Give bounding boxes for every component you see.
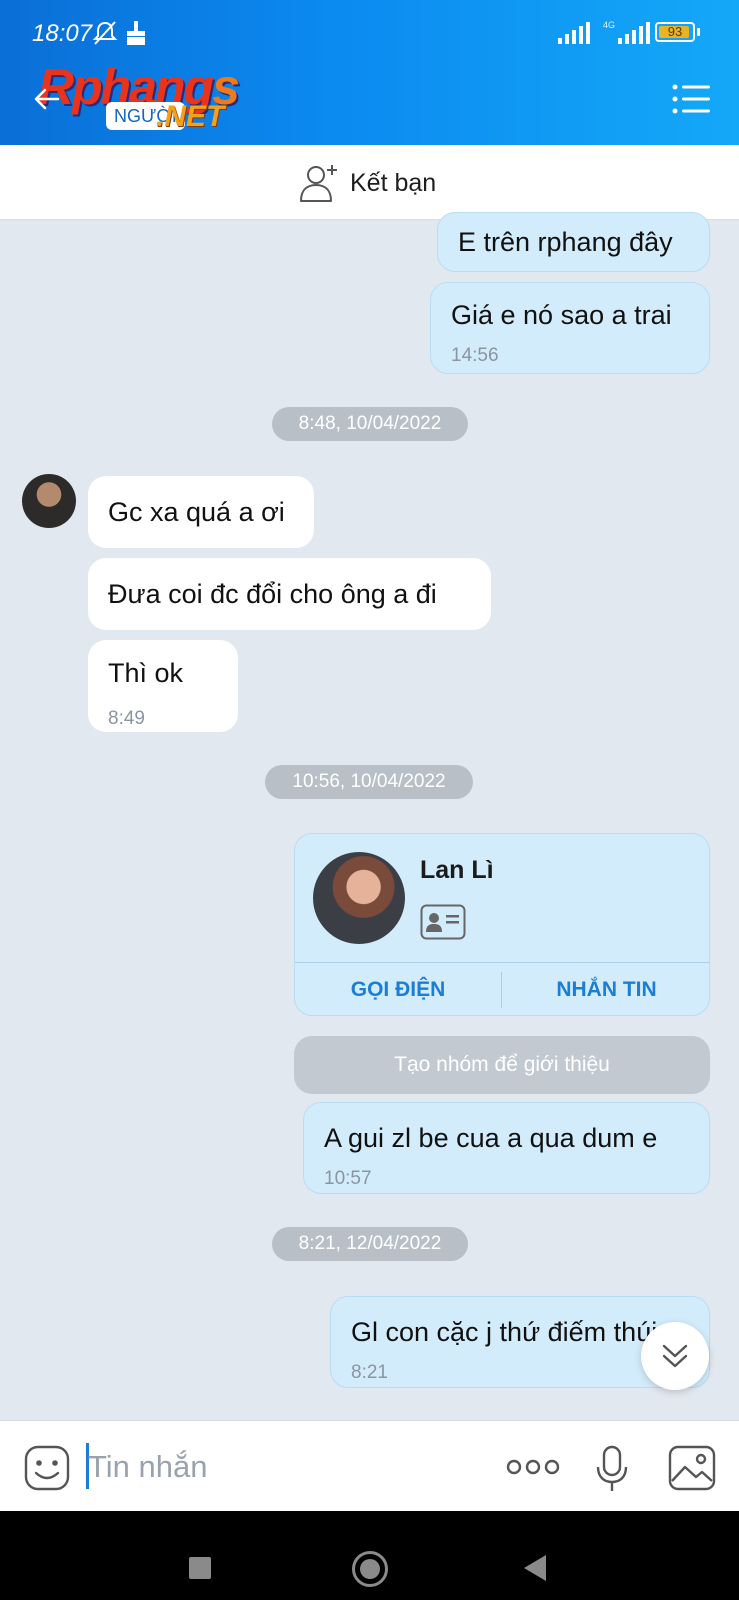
- bell-muted-icon: [92, 21, 118, 45]
- message-text: Thì ok: [108, 658, 184, 688]
- image-gallery-icon[interactable]: [668, 1445, 716, 1491]
- app-header: 18:07 4G 93 Rphangs NGƯỜI .NET: [0, 0, 739, 145]
- menu-icon[interactable]: [672, 84, 712, 114]
- message-incoming[interactable]: Thì ok 8:49: [88, 640, 238, 732]
- message-time: 14:56: [451, 345, 499, 366]
- app-logo: Rphangs NGƯỜI .NET: [38, 58, 268, 138]
- network-type: 4G: [603, 20, 616, 30]
- chevron-double-down-icon: [662, 1344, 688, 1368]
- emoji-sticker-icon[interactable]: [24, 1445, 70, 1491]
- call-button[interactable]: GỌI ĐIỆN: [295, 963, 501, 1015]
- message-incoming[interactable]: Gc xa quá a ơi: [88, 476, 314, 548]
- id-card-icon: [420, 904, 466, 940]
- message-text: Đưa coi đc đổi cho ông a đi: [108, 579, 437, 609]
- system-navigation-bar: [0, 1511, 739, 1600]
- battery-icon: 93: [655, 22, 695, 42]
- date-separator: 8:48, 10/04/2022: [272, 407, 468, 441]
- message-outgoing[interactable]: A gui zl be cua a qua dum e 10:57: [303, 1102, 710, 1194]
- battery-tip: [697, 28, 700, 36]
- message-time: 8:21: [351, 1362, 388, 1383]
- system-back-button[interactable]: [524, 1555, 546, 1581]
- avatar[interactable]: [22, 474, 76, 528]
- message-button[interactable]: NHẮN TIN: [502, 963, 709, 1015]
- message-text: Gl con cặc j thứ điếm thúi: [351, 1317, 658, 1347]
- add-person-icon: [300, 165, 337, 202]
- scroll-to-bottom-button[interactable]: [641, 1322, 709, 1390]
- message-text: A gui zl be cua a qua dum e: [324, 1123, 658, 1153]
- signal-icon-2: [618, 22, 650, 44]
- battery-level: 93: [667, 24, 683, 39]
- message-input[interactable]: [88, 1447, 488, 1487]
- message-outgoing[interactable]: E trên rphang đây: [437, 212, 710, 272]
- status-bar: 18:07 4G 93: [0, 0, 739, 54]
- microphone-icon[interactable]: [595, 1445, 629, 1493]
- contact-avatar[interactable]: [313, 852, 405, 944]
- add-friend-bar: Kết bạn: [0, 145, 739, 220]
- add-friend-button[interactable]: Kết bạn: [298, 161, 436, 205]
- message-outgoing[interactable]: Giá e nó sao a trai 14:56: [430, 282, 710, 374]
- message-text: Gc xa quá a ơi: [108, 497, 285, 527]
- arrow-left-icon[interactable]: [34, 86, 60, 112]
- status-time: 18:07: [32, 20, 93, 47]
- message-composer: [0, 1420, 739, 1511]
- message-incoming[interactable]: Đưa coi đc đổi cho ông a đi: [88, 558, 491, 630]
- message-time: 10:57: [324, 1168, 372, 1189]
- home-button[interactable]: [352, 1551, 388, 1587]
- date-separator: 8:21, 12/04/2022: [272, 1227, 468, 1261]
- more-options-icon[interactable]: [506, 1453, 560, 1481]
- recent-apps-button[interactable]: [189, 1557, 211, 1579]
- signal-icon: [558, 22, 590, 44]
- message-time: 8:49: [108, 708, 145, 729]
- contact-card[interactable]: Lan Lì GỌI ĐIỆN NHẮN TIN: [294, 833, 710, 1016]
- cleaner-icon: [127, 21, 145, 45]
- contact-name: Lan Lì: [420, 856, 494, 884]
- date-separator: 10:56, 10/04/2022: [265, 765, 473, 799]
- add-friend-label: Kết bạn: [350, 168, 437, 197]
- message-text: E trên rphang đây: [458, 227, 673, 257]
- create-group-button[interactable]: Tạo nhóm để giới thiệu: [294, 1036, 710, 1094]
- message-text: Giá e nó sao a trai: [451, 300, 672, 330]
- logo-net: .NET: [156, 100, 225, 133]
